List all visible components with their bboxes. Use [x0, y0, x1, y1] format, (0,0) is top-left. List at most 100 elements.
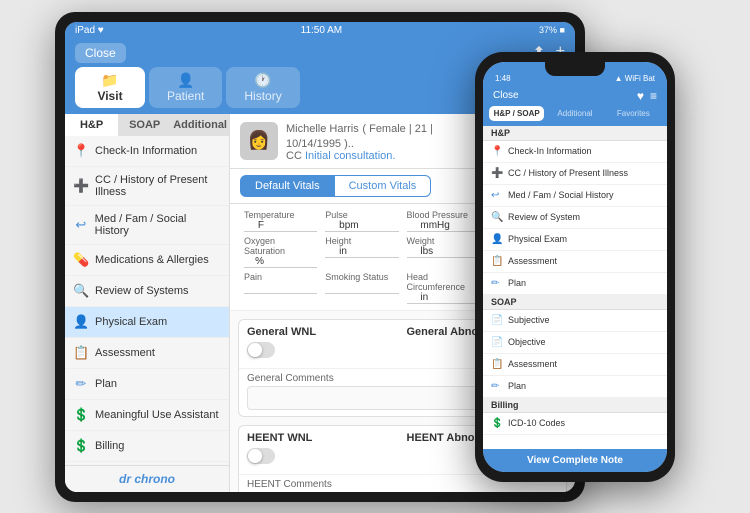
phone-item-medfam[interactable]: ↩ Med / Fam / Social History: [483, 185, 667, 207]
sidebar-tabs: H&P SOAP Additional: [65, 114, 229, 136]
phone-item-review[interactable]: 🔍 Review of System: [483, 207, 667, 229]
exam-col-general-wml: General WNL: [247, 326, 399, 362]
sidebar-item-cc[interactable]: ➕ CC / History of Present Illness: [65, 167, 229, 206]
sidebar-item-medfam[interactable]: ↩ Med / Fam / Social History: [65, 206, 229, 245]
history-icon: 🕐: [244, 72, 281, 89]
heent-wml-toggle[interactable]: [247, 448, 275, 464]
phone-content: H&P 📍 Check-In Information ➕ CC / Histor…: [483, 126, 667, 472]
phone-tab-hp-soap[interactable]: H&P / SOAP: [489, 106, 544, 121]
physical-exam-icon: 👤: [73, 314, 89, 330]
exam-col-heent-wml: HEENT WNL: [247, 432, 399, 468]
heent-wml-title: HEENT WNL: [247, 432, 399, 444]
phone-review-icon: 🔍: [491, 212, 503, 223]
billing-icon: 💲: [73, 438, 89, 454]
phone-cc-icon: ➕: [491, 168, 503, 179]
phone-section-soap: SOAP: [483, 295, 667, 310]
tablet-statusbar: iPad ♥ 11:50 AM 37% ■: [65, 22, 575, 39]
phone-assessment-icon: 📋: [491, 256, 503, 267]
phone-screen: 1:48 ▲ WiFi Bat Close ♥ ≡ H&P / SOAP Add…: [483, 62, 667, 472]
phone-icd10-icon: 💲: [491, 418, 503, 429]
patient-info: Michelle Harris ( Female | 21 | 10/14/19…: [286, 120, 483, 162]
phone-item-icd10[interactable]: 💲 ICD-10 Codes: [483, 413, 667, 435]
vitals-o2: Oxygen Saturation %: [240, 234, 321, 270]
devices-wrapper: iPad ♥ 11:50 AM 37% ■ Close ⬆ + 📁 Visit: [55, 12, 695, 502]
vitals-pain: Pain: [240, 270, 321, 306]
phone-tab-additional[interactable]: Additional: [547, 106, 602, 121]
general-wml-toggle[interactable]: [247, 342, 275, 358]
vitals-temperature: Temperature F: [240, 208, 321, 234]
tab-patient[interactable]: 👤 Patient: [149, 67, 222, 108]
sidebar-tab-hp[interactable]: H&P: [65, 114, 118, 136]
phone-item-cc[interactable]: ➕ CC / History of Present Illness: [483, 163, 667, 185]
phone-section-hp: H&P: [483, 126, 667, 141]
patient-name: Michelle Harris ( Female | 21 | 10/14/19…: [286, 120, 483, 150]
sidebar-tab-additional[interactable]: Additional: [171, 114, 229, 136]
vitals-tab-custom[interactable]: Custom Vitals: [335, 175, 432, 197]
sidebar-item-checkin[interactable]: 📍 Check-In Information: [65, 136, 229, 167]
tab-history[interactable]: 🕐 History: [226, 67, 299, 108]
tab-visit[interactable]: 📁 Visit: [75, 67, 145, 108]
meaningful-use-icon: 💲: [73, 407, 89, 423]
vitals-weight: Weight lbs: [403, 234, 484, 270]
phone-nav-tabs: H&P / SOAP Additional Favorites: [483, 106, 667, 126]
phone-subjective-icon: 📄: [491, 315, 503, 326]
patient-avatar: 👩: [240, 122, 278, 160]
sidebar-item-billing[interactable]: 💲 Billing: [65, 431, 229, 462]
assessment-icon: 📋: [73, 345, 89, 361]
statusbar-right: 37% ■: [539, 25, 565, 35]
phone-item-checkin[interactable]: 📍 Check-In Information: [483, 141, 667, 163]
sidebar-item-meaningful-use[interactable]: 💲 Meaningful Use Assistant: [65, 400, 229, 431]
phone-close-button[interactable]: Close: [493, 90, 519, 101]
phone-toolbar-icons: ♥ ≡: [637, 89, 657, 103]
phone-medfam-icon: ↩: [491, 190, 503, 201]
patient-icon: 👤: [167, 72, 204, 89]
vitals-head-circ: Head Circumference in: [403, 270, 484, 306]
general-wml-title: General WNL: [247, 326, 399, 338]
phone-section-billing: Billing: [483, 398, 667, 413]
sidebar-item-review[interactable]: 🔍 Review of Systems: [65, 276, 229, 307]
phone-notch: [545, 62, 605, 76]
sidebar-item-medications[interactable]: 💊 Medications & Allergies: [65, 245, 229, 276]
sidebar-tab-soap[interactable]: SOAP: [118, 114, 171, 136]
phone-battery: ▲ WiFi Bat: [615, 74, 655, 83]
phone-tab-favorites[interactable]: Favorites: [606, 106, 661, 121]
medications-icon: 💊: [73, 252, 89, 268]
phone-item-objective[interactable]: 📄 Objective: [483, 332, 667, 354]
sidebar: H&P SOAP Additional 📍 Check-In Informati…: [65, 114, 230, 492]
phone-item-assessment2[interactable]: 📋 Assessment: [483, 354, 667, 376]
phone-physical-icon: 👤: [491, 234, 503, 245]
review-icon: 🔍: [73, 283, 89, 299]
phone-checkin-icon: 📍: [491, 146, 503, 157]
close-button[interactable]: Close: [75, 43, 126, 63]
phone-item-physical[interactable]: 👤 Physical Exam: [483, 229, 667, 251]
statusbar-time: 11:50 AM: [301, 25, 343, 36]
vitals-pulse: Pulse bpm: [321, 208, 402, 234]
medfam-icon: ↩: [73, 217, 89, 233]
sidebar-item-assessment[interactable]: 📋 Assessment: [65, 338, 229, 369]
phone-menu-icon[interactable]: ≡: [650, 89, 657, 103]
vitals-bp: Blood Pressure mmHg: [403, 208, 484, 234]
statusbar-left: iPad ♥: [75, 25, 104, 36]
phone-plan2-icon: ✏: [491, 381, 503, 392]
checkin-icon: 📍: [73, 143, 89, 159]
visit-icon: 📁: [93, 72, 127, 89]
heent-wml-toggle-row: [247, 448, 399, 464]
drchrono-logo: dr chrono: [65, 465, 229, 492]
phone-toolbar: Close ♥ ≡: [483, 86, 667, 106]
phone-heart-icon: ♥: [637, 89, 644, 103]
sidebar-item-plan[interactable]: ✏ Plan: [65, 369, 229, 400]
phone-item-plan2[interactable]: ✏ Plan: [483, 376, 667, 398]
sidebar-items: 📍 Check-In Information ➕ CC / History of…: [65, 136, 229, 465]
patient-cc: CC Initial consultation.: [286, 150, 483, 162]
phone-plan-icon: ✏: [491, 278, 503, 289]
phone-item-assessment[interactable]: 📋 Assessment: [483, 251, 667, 273]
phone-objective-icon: 📄: [491, 337, 503, 348]
general-wml-toggle-row: [247, 342, 399, 358]
vitals-tab-default[interactable]: Default Vitals: [240, 175, 335, 197]
phone-view-complete-note-button[interactable]: View Complete Note: [483, 449, 667, 472]
phone-item-plan[interactable]: ✏ Plan: [483, 273, 667, 295]
phone-item-subjective[interactable]: 📄 Subjective: [483, 310, 667, 332]
phone-device: 1:48 ▲ WiFi Bat Close ♥ ≡ H&P / SOAP Add…: [475, 52, 675, 482]
sidebar-item-physical-exam[interactable]: 👤 Physical Exam: [65, 307, 229, 338]
phone-time: 1:48: [495, 74, 511, 83]
